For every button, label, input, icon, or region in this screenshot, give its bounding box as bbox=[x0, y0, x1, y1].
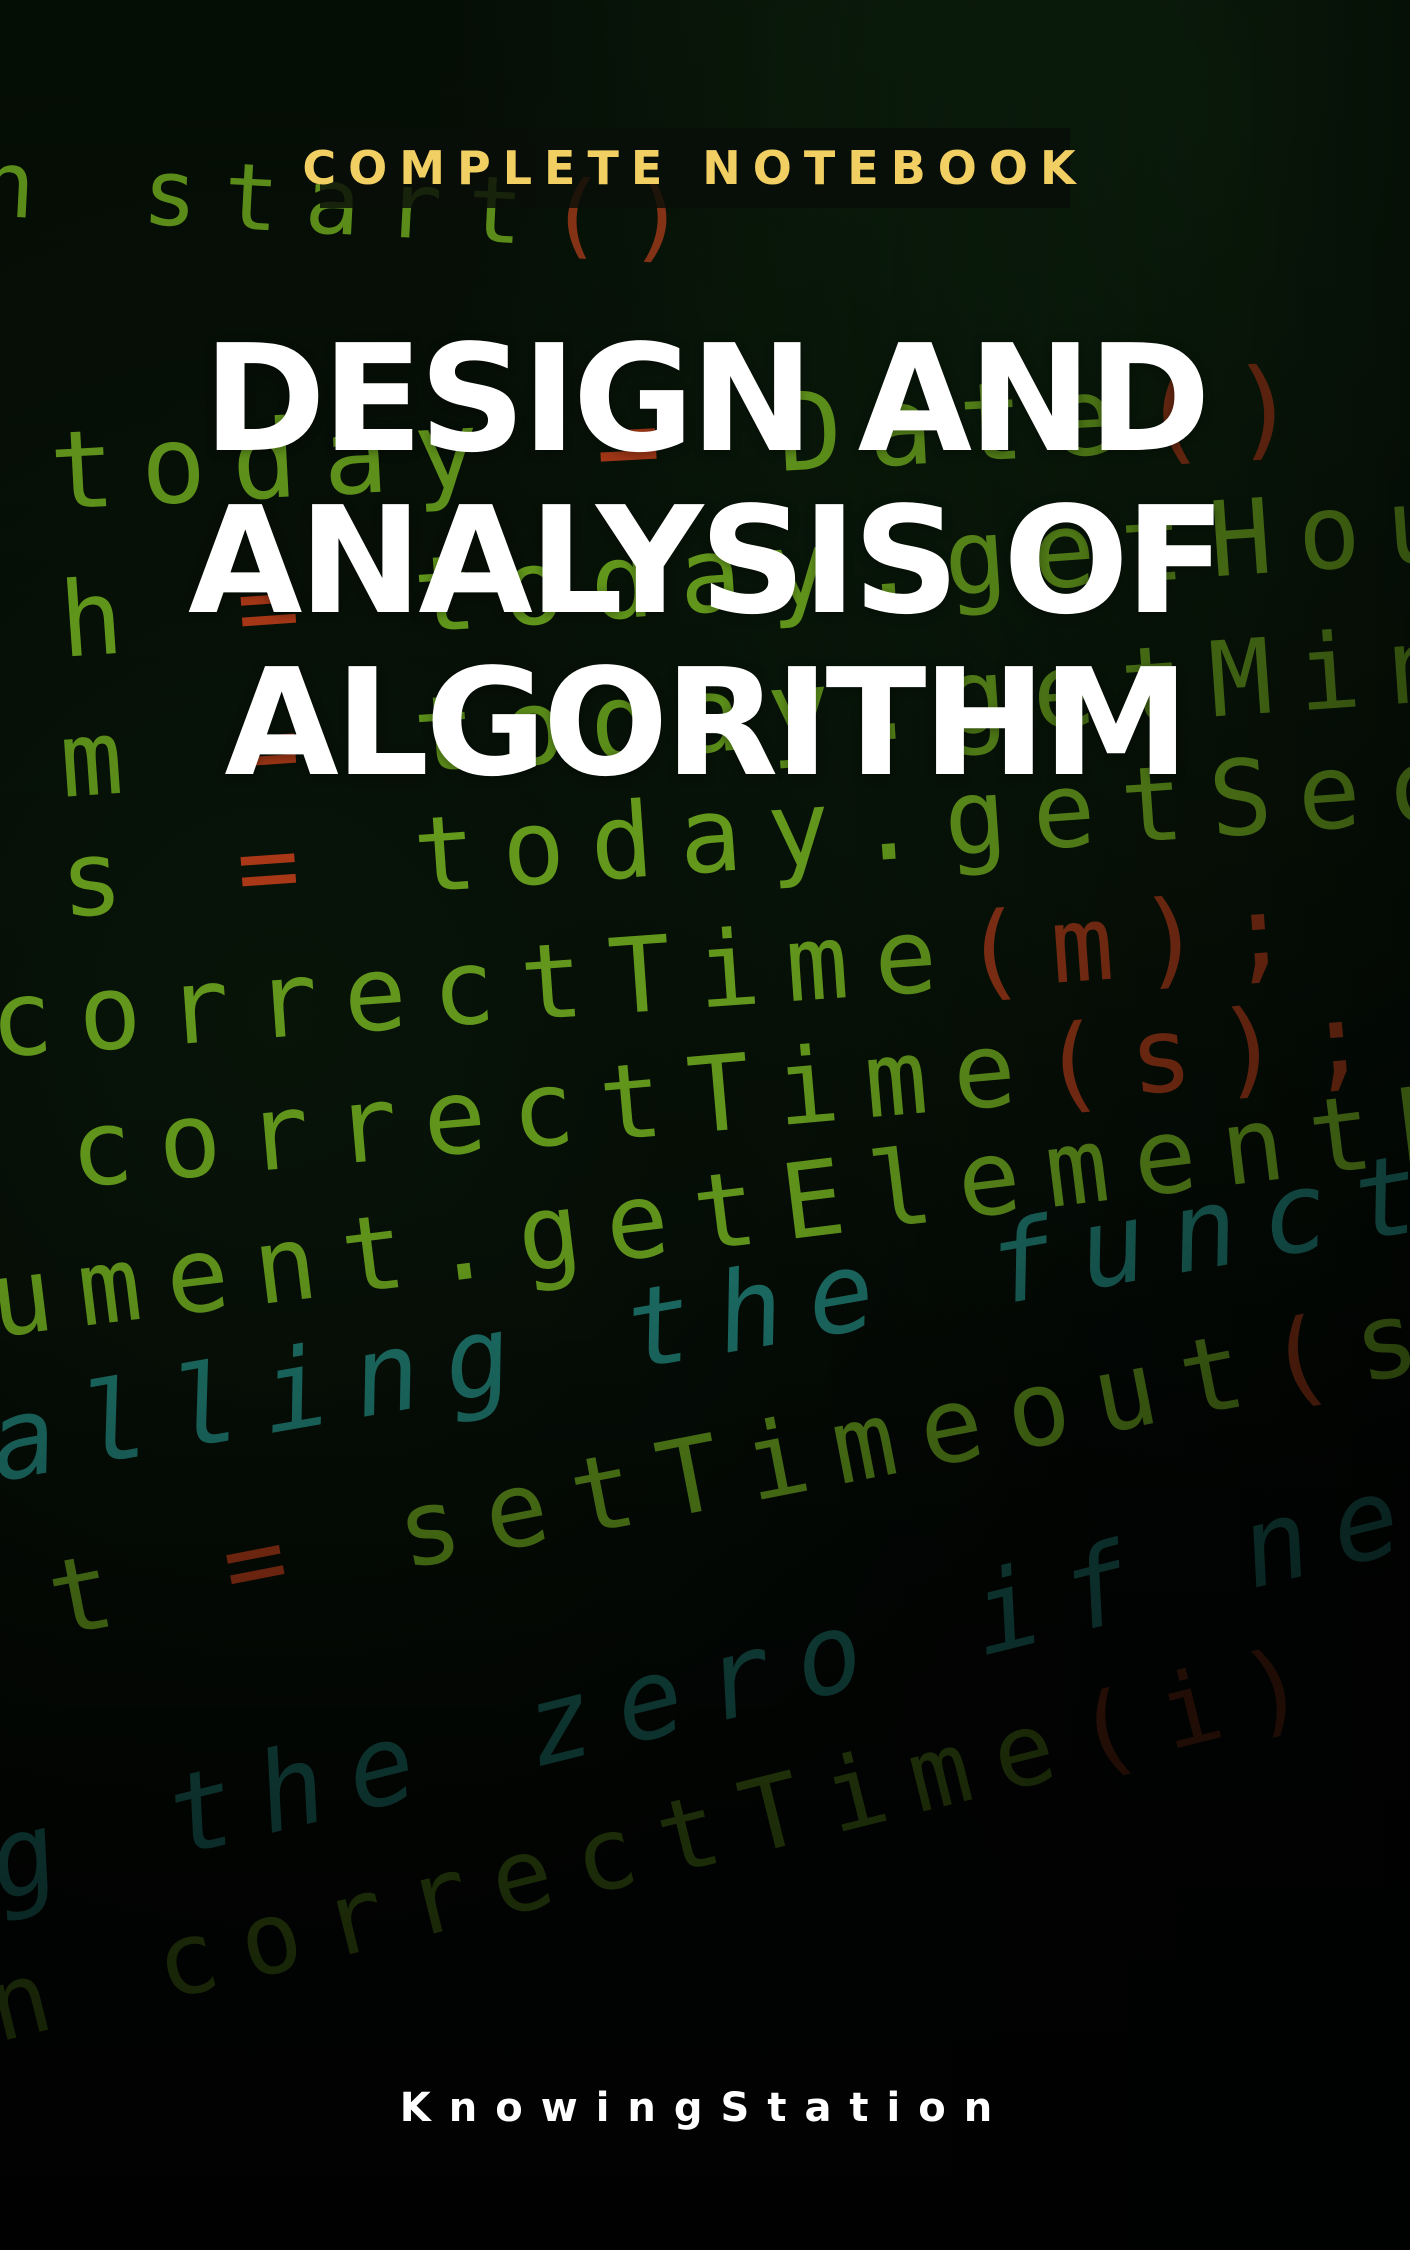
title-line-2: ANALYSIS OF bbox=[187, 475, 1226, 647]
title-line-1: DESIGN AND bbox=[203, 313, 1211, 485]
title-line-3: ALGORITHM bbox=[224, 637, 1189, 809]
series-label: COMPLETE NOTEBOOK bbox=[302, 141, 1088, 195]
series-badge: COMPLETE NOTEBOOK bbox=[302, 128, 1076, 208]
book-cover: n start() today = Date() h = today.getHo… bbox=[0, 0, 1410, 2250]
publisher-name: KnowingStation bbox=[399, 2085, 1011, 2131]
book-title: DESIGN AND ANALYSIS OF ALGORITHM bbox=[100, 318, 1310, 804]
